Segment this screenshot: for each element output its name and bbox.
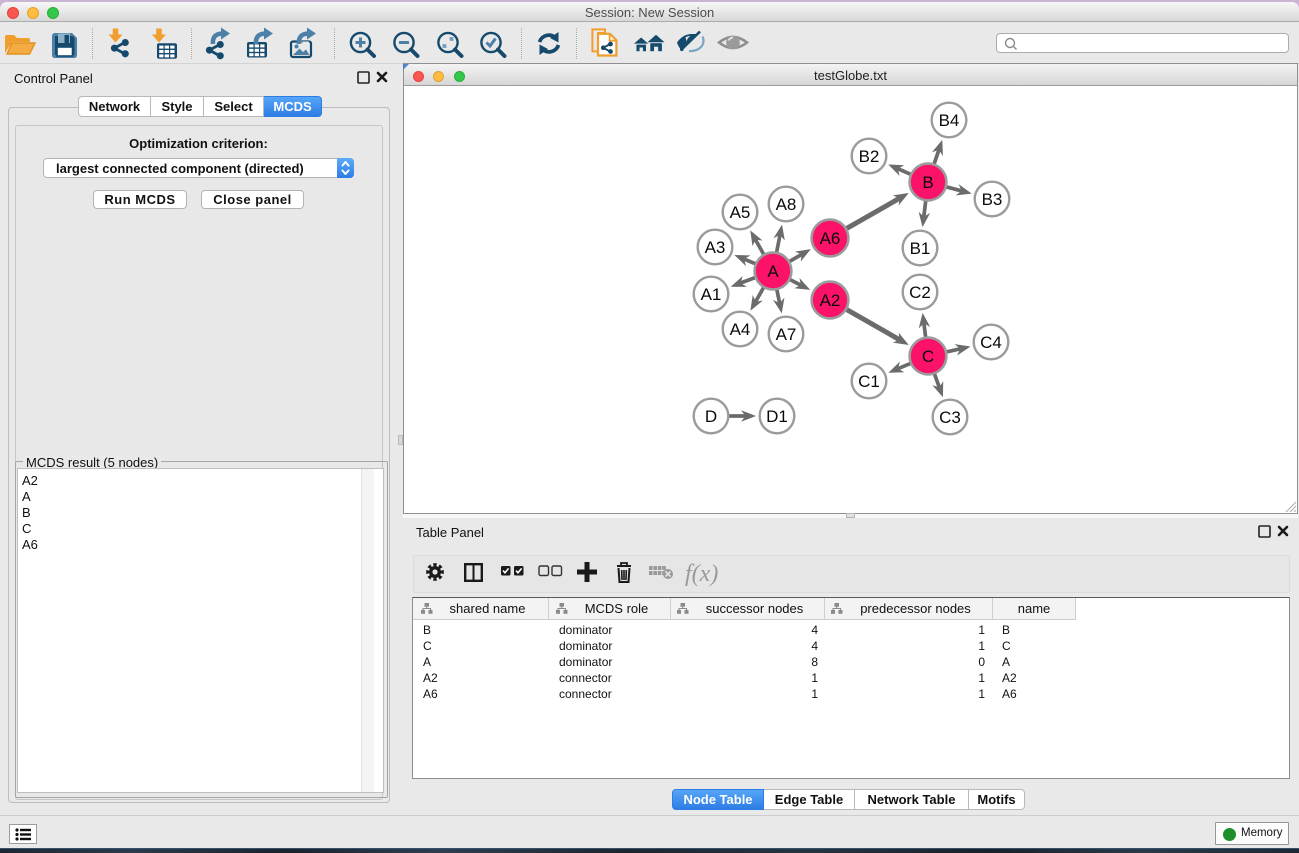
- svg-text:C4: C4: [980, 333, 1002, 352]
- svg-text:D1: D1: [766, 407, 788, 426]
- svg-text:A4: A4: [730, 320, 751, 339]
- svg-text:D: D: [705, 407, 717, 426]
- svg-text:A2: A2: [820, 291, 841, 310]
- svg-text:A3: A3: [705, 238, 726, 257]
- svg-text:A: A: [767, 262, 779, 281]
- svg-text:B1: B1: [910, 239, 931, 258]
- svg-text:f(x): f(x): [685, 561, 718, 587]
- svg-text:B4: B4: [939, 111, 960, 130]
- svg-text:C1: C1: [858, 372, 880, 391]
- svg-text:A5: A5: [730, 203, 751, 222]
- svg-text:C: C: [922, 347, 934, 366]
- svg-text:B: B: [922, 173, 933, 192]
- svg-text:C2: C2: [909, 283, 931, 302]
- svg-text:B3: B3: [982, 190, 1003, 209]
- svg-text:A6: A6: [820, 229, 841, 248]
- svg-text:B2: B2: [859, 147, 880, 166]
- svg-text:A7: A7: [776, 325, 797, 344]
- svg-text:A1: A1: [701, 285, 722, 304]
- svg-text:A8: A8: [776, 195, 797, 214]
- svg-text:C3: C3: [939, 408, 961, 427]
